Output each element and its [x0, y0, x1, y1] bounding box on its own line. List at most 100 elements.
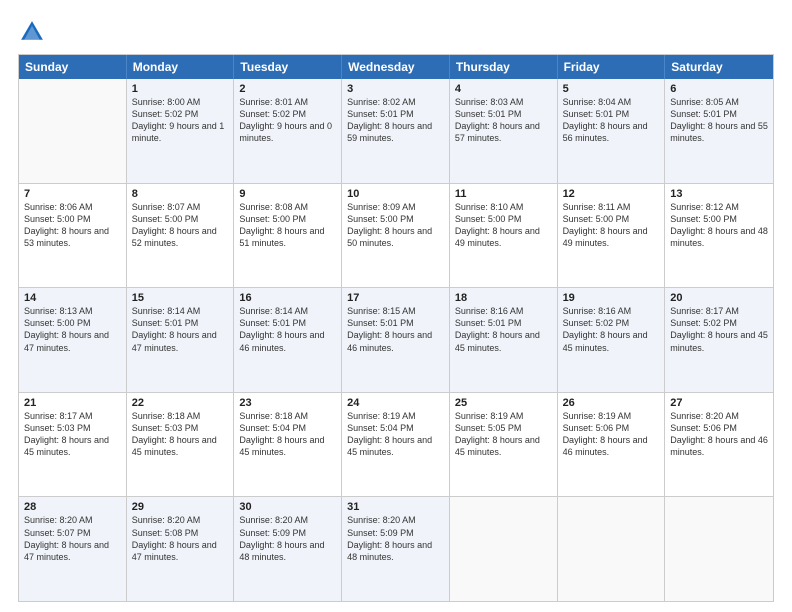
calendar-cell-r1c3: 2Sunrise: 8:01 AM Sunset: 5:02 PM Daylig… [234, 79, 342, 183]
calendar-cell-r2c2: 8Sunrise: 8:07 AM Sunset: 5:00 PM Daylig… [127, 184, 235, 288]
day-number: 24 [347, 397, 444, 409]
day-info: Sunrise: 8:20 AM Sunset: 5:07 PM Dayligh… [24, 514, 121, 563]
day-info: Sunrise: 8:04 AM Sunset: 5:01 PM Dayligh… [563, 96, 660, 145]
weekday-header-monday: Monday [127, 55, 235, 79]
day-info: Sunrise: 8:00 AM Sunset: 5:02 PM Dayligh… [132, 96, 229, 145]
calendar-cell-r2c3: 9Sunrise: 8:08 AM Sunset: 5:00 PM Daylig… [234, 184, 342, 288]
day-number: 10 [347, 188, 444, 200]
calendar-cell-r3c6: 19Sunrise: 8:16 AM Sunset: 5:02 PM Dayli… [558, 288, 666, 392]
day-number: 20 [670, 292, 768, 304]
day-info: Sunrise: 8:19 AM Sunset: 5:05 PM Dayligh… [455, 410, 552, 459]
day-number: 4 [455, 83, 552, 95]
day-info: Sunrise: 8:14 AM Sunset: 5:01 PM Dayligh… [239, 305, 336, 354]
day-number: 25 [455, 397, 552, 409]
day-number: 18 [455, 292, 552, 304]
calendar-row-5: 28Sunrise: 8:20 AM Sunset: 5:07 PM Dayli… [19, 497, 773, 601]
day-number: 27 [670, 397, 768, 409]
calendar-cell-r4c4: 24Sunrise: 8:19 AM Sunset: 5:04 PM Dayli… [342, 393, 450, 497]
day-info: Sunrise: 8:05 AM Sunset: 5:01 PM Dayligh… [670, 96, 768, 145]
day-info: Sunrise: 8:15 AM Sunset: 5:01 PM Dayligh… [347, 305, 444, 354]
calendar-cell-r5c2: 29Sunrise: 8:20 AM Sunset: 5:08 PM Dayli… [127, 497, 235, 601]
calendar-cell-r3c2: 15Sunrise: 8:14 AM Sunset: 5:01 PM Dayli… [127, 288, 235, 392]
calendar-cell-r4c1: 21Sunrise: 8:17 AM Sunset: 5:03 PM Dayli… [19, 393, 127, 497]
weekday-header-thursday: Thursday [450, 55, 558, 79]
calendar-row-1: 1Sunrise: 8:00 AM Sunset: 5:02 PM Daylig… [19, 79, 773, 184]
calendar-cell-r2c6: 12Sunrise: 8:11 AM Sunset: 5:00 PM Dayli… [558, 184, 666, 288]
calendar-cell-r3c7: 20Sunrise: 8:17 AM Sunset: 5:02 PM Dayli… [665, 288, 773, 392]
weekday-header-saturday: Saturday [665, 55, 773, 79]
calendar-cell-r4c7: 27Sunrise: 8:20 AM Sunset: 5:06 PM Dayli… [665, 393, 773, 497]
calendar-cell-r2c1: 7Sunrise: 8:06 AM Sunset: 5:00 PM Daylig… [19, 184, 127, 288]
calendar-cell-r5c5 [450, 497, 558, 601]
calendar-cell-r2c4: 10Sunrise: 8:09 AM Sunset: 5:00 PM Dayli… [342, 184, 450, 288]
calendar-body: 1Sunrise: 8:00 AM Sunset: 5:02 PM Daylig… [19, 79, 773, 601]
day-info: Sunrise: 8:20 AM Sunset: 5:08 PM Dayligh… [132, 514, 229, 563]
logo-icon [18, 18, 46, 46]
day-number: 22 [132, 397, 229, 409]
weekday-header-sunday: Sunday [19, 55, 127, 79]
calendar-cell-r1c4: 3Sunrise: 8:02 AM Sunset: 5:01 PM Daylig… [342, 79, 450, 183]
day-number: 15 [132, 292, 229, 304]
calendar-cell-r4c3: 23Sunrise: 8:18 AM Sunset: 5:04 PM Dayli… [234, 393, 342, 497]
day-info: Sunrise: 8:09 AM Sunset: 5:00 PM Dayligh… [347, 201, 444, 250]
calendar-cell-r5c4: 31Sunrise: 8:20 AM Sunset: 5:09 PM Dayli… [342, 497, 450, 601]
day-number: 29 [132, 501, 229, 513]
day-info: Sunrise: 8:02 AM Sunset: 5:01 PM Dayligh… [347, 96, 444, 145]
day-number: 9 [239, 188, 336, 200]
day-info: Sunrise: 8:16 AM Sunset: 5:01 PM Dayligh… [455, 305, 552, 354]
calendar-cell-r5c3: 30Sunrise: 8:20 AM Sunset: 5:09 PM Dayli… [234, 497, 342, 601]
weekday-header-tuesday: Tuesday [234, 55, 342, 79]
day-info: Sunrise: 8:18 AM Sunset: 5:03 PM Dayligh… [132, 410, 229, 459]
day-info: Sunrise: 8:08 AM Sunset: 5:00 PM Dayligh… [239, 201, 336, 250]
day-number: 13 [670, 188, 768, 200]
calendar-row-2: 7Sunrise: 8:06 AM Sunset: 5:00 PM Daylig… [19, 184, 773, 289]
day-number: 17 [347, 292, 444, 304]
day-info: Sunrise: 8:14 AM Sunset: 5:01 PM Dayligh… [132, 305, 229, 354]
calendar-cell-r1c7: 6Sunrise: 8:05 AM Sunset: 5:01 PM Daylig… [665, 79, 773, 183]
day-info: Sunrise: 8:13 AM Sunset: 5:00 PM Dayligh… [24, 305, 121, 354]
calendar-cell-r5c7 [665, 497, 773, 601]
calendar-cell-r1c6: 5Sunrise: 8:04 AM Sunset: 5:01 PM Daylig… [558, 79, 666, 183]
day-number: 23 [239, 397, 336, 409]
day-info: Sunrise: 8:16 AM Sunset: 5:02 PM Dayligh… [563, 305, 660, 354]
day-info: Sunrise: 8:18 AM Sunset: 5:04 PM Dayligh… [239, 410, 336, 459]
day-number: 26 [563, 397, 660, 409]
day-info: Sunrise: 8:20 AM Sunset: 5:09 PM Dayligh… [239, 514, 336, 563]
calendar: SundayMondayTuesdayWednesdayThursdayFrid… [18, 54, 774, 602]
day-number: 1 [132, 83, 229, 95]
day-number: 7 [24, 188, 121, 200]
day-info: Sunrise: 8:06 AM Sunset: 5:00 PM Dayligh… [24, 201, 121, 250]
day-number: 3 [347, 83, 444, 95]
day-number: 8 [132, 188, 229, 200]
logo [18, 18, 50, 46]
weekday-header-wednesday: Wednesday [342, 55, 450, 79]
calendar-cell-r5c6 [558, 497, 666, 601]
day-number: 11 [455, 188, 552, 200]
day-number: 30 [239, 501, 336, 513]
day-info: Sunrise: 8:12 AM Sunset: 5:00 PM Dayligh… [670, 201, 768, 250]
day-number: 21 [24, 397, 121, 409]
calendar-row-4: 21Sunrise: 8:17 AM Sunset: 5:03 PM Dayli… [19, 393, 773, 498]
day-number: 19 [563, 292, 660, 304]
day-info: Sunrise: 8:01 AM Sunset: 5:02 PM Dayligh… [239, 96, 336, 145]
day-info: Sunrise: 8:20 AM Sunset: 5:09 PM Dayligh… [347, 514, 444, 563]
calendar-row-3: 14Sunrise: 8:13 AM Sunset: 5:00 PM Dayli… [19, 288, 773, 393]
day-info: Sunrise: 8:17 AM Sunset: 5:03 PM Dayligh… [24, 410, 121, 459]
day-number: 5 [563, 83, 660, 95]
calendar-cell-r4c6: 26Sunrise: 8:19 AM Sunset: 5:06 PM Dayli… [558, 393, 666, 497]
calendar-cell-r2c7: 13Sunrise: 8:12 AM Sunset: 5:00 PM Dayli… [665, 184, 773, 288]
weekday-header-friday: Friday [558, 55, 666, 79]
day-info: Sunrise: 8:07 AM Sunset: 5:00 PM Dayligh… [132, 201, 229, 250]
day-number: 12 [563, 188, 660, 200]
day-number: 14 [24, 292, 121, 304]
calendar-cell-r3c1: 14Sunrise: 8:13 AM Sunset: 5:00 PM Dayli… [19, 288, 127, 392]
calendar-cell-r2c5: 11Sunrise: 8:10 AM Sunset: 5:00 PM Dayli… [450, 184, 558, 288]
calendar-cell-r1c2: 1Sunrise: 8:00 AM Sunset: 5:02 PM Daylig… [127, 79, 235, 183]
header [18, 18, 774, 46]
day-info: Sunrise: 8:20 AM Sunset: 5:06 PM Dayligh… [670, 410, 768, 459]
calendar-cell-r3c5: 18Sunrise: 8:16 AM Sunset: 5:01 PM Dayli… [450, 288, 558, 392]
calendar-header: SundayMondayTuesdayWednesdayThursdayFrid… [19, 55, 773, 79]
calendar-cell-r4c2: 22Sunrise: 8:18 AM Sunset: 5:03 PM Dayli… [127, 393, 235, 497]
day-info: Sunrise: 8:11 AM Sunset: 5:00 PM Dayligh… [563, 201, 660, 250]
day-number: 28 [24, 501, 121, 513]
